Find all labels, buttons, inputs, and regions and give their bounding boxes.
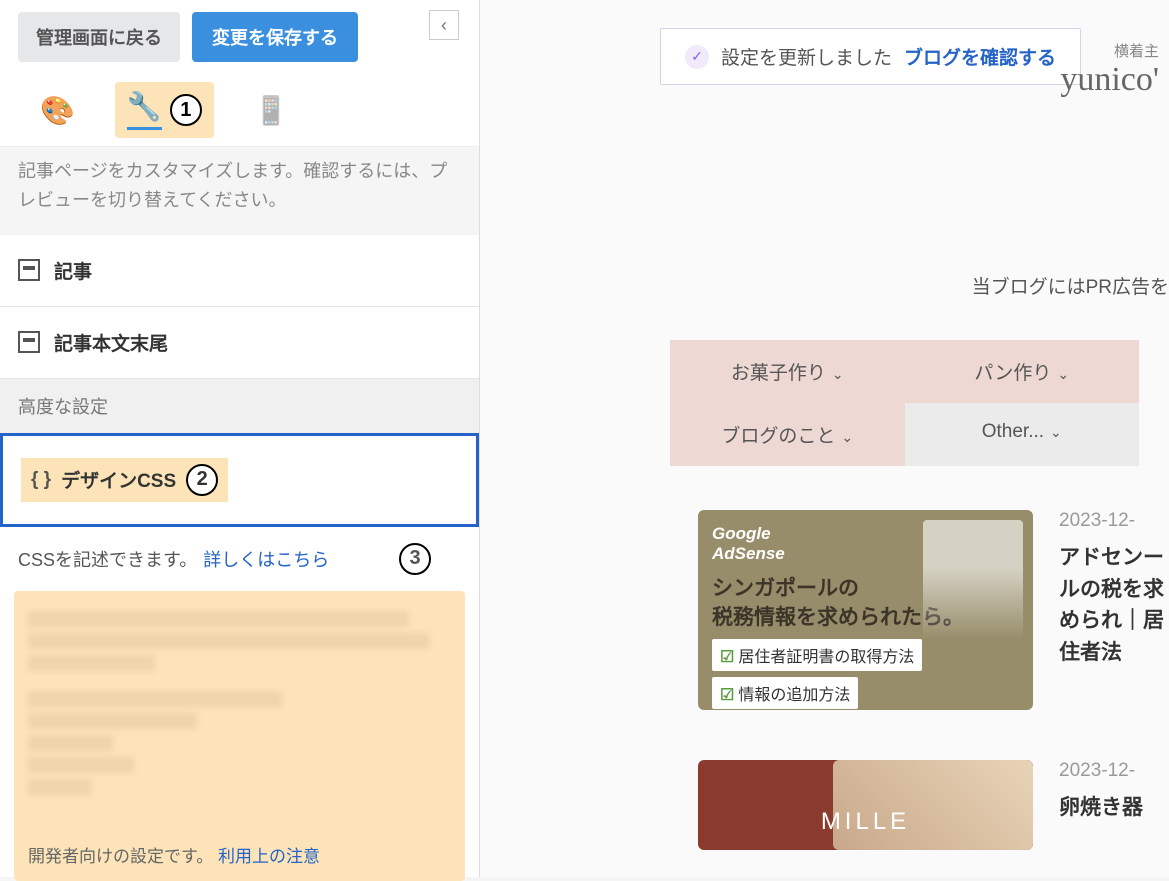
article-date: 2023-12- (1059, 510, 1169, 532)
menu-article-end-label: 記事本文末尾 (54, 329, 168, 356)
thumb-label: MILLE (821, 808, 910, 836)
collapse-sidebar-button[interactable]: ‹ (429, 10, 459, 40)
pr-notice: 当ブログにはPR広告を (972, 272, 1169, 299)
css-description: CSSを記述できます。 詳しくはこちら 3 (0, 527, 479, 583)
article-meta: 2023-12- 卵焼き器 (1059, 760, 1169, 850)
nav-item-sweets[interactable]: お菓子作り ⌄ (670, 340, 905, 403)
save-button[interactable]: 変更を保存する (192, 12, 358, 62)
css-desc-text: CSSを記述できます。 (18, 546, 197, 572)
article-end-icon (18, 331, 40, 353)
dev-note-link[interactable]: 利用上の注意 (218, 847, 320, 866)
check-text: 情報の追加方法 (738, 687, 850, 704)
css-editor-textarea[interactable]: 開発者向けの設定です。 利用上の注意 (14, 591, 465, 881)
article-meta: 2023-12- アドセンールの税を求められ｜居住者法 (1059, 510, 1169, 710)
article-date: 2023-12- (1059, 760, 1169, 782)
annotation-1: 🔧 1 (115, 82, 214, 138)
dev-note-text: 開発者向けの設定です。 (28, 847, 213, 866)
article-thumbnail[interactable]: MILLE (698, 760, 1033, 850)
device-icon[interactable]: 📱 (254, 94, 289, 127)
article-row: Google AdSense シンガポールの 税務情報を求められたら。 ☑居住者… (698, 510, 1169, 710)
chevron-left-icon: ‹ (441, 15, 447, 36)
nav-item-bread[interactable]: パン作り ⌄ (905, 340, 1140, 403)
nav-label: パン作り (974, 363, 1051, 384)
check-text: 居住者証明書の取得方法 (738, 649, 914, 666)
section-advanced: 高度な設定 (0, 379, 479, 433)
article-icon (18, 259, 40, 281)
menu-article-label: 記事 (54, 257, 92, 284)
circle-number-3: 3 (399, 543, 431, 575)
nav-label: Other... (982, 421, 1044, 442)
checkbox-icon: ☑ (720, 687, 734, 704)
article-title[interactable]: アドセンールの税を求められ｜居住者法 (1059, 542, 1169, 668)
check-icon: ✓ (685, 45, 709, 69)
braces-icon: { } (31, 469, 51, 491)
thumb-check-1: ☑居住者証明書の取得方法 (712, 639, 922, 671)
chevron-down-icon: ⌄ (832, 366, 844, 382)
blog-header: 横着主 yunico' (889, 40, 1169, 180)
menu-article[interactable]: 記事 (0, 235, 479, 307)
annotation-2: { } デザインCSS 2 (21, 458, 228, 502)
nav-item-blog[interactable]: ブログのこと ⌄ (670, 403, 905, 466)
sidebar-header: 管理画面に戻る 変更を保存する (0, 0, 479, 74)
nav-item-other[interactable]: Other... ⌄ (905, 403, 1140, 466)
article-title[interactable]: 卵焼き器 (1059, 792, 1169, 824)
css-more-link[interactable]: 詳しくはこちら (203, 546, 329, 572)
article-list: Google AdSense シンガポールの 税務情報を求められたら。 ☑居住者… (698, 510, 1169, 877)
thumb-food-image (833, 760, 1033, 850)
blog-preview: ✓ 設定を更新しました ブログを確認する 横着主 yunico' 当ブログにはP… (480, 0, 1169, 877)
blog-title: yunico' (889, 61, 1159, 99)
circle-number-2: 2 (186, 464, 218, 496)
chevron-down-icon: ⌄ (1050, 424, 1062, 440)
thumb-decoration (923, 520, 1023, 640)
nav-label: お菓子作り (731, 363, 826, 384)
checkbox-icon: ☑ (720, 649, 734, 666)
palette-icon[interactable]: 🎨 (40, 94, 75, 127)
article-thumbnail[interactable]: Google AdSense シンガポールの 税務情報を求められたら。 ☑居住者… (698, 510, 1033, 710)
menu-article-end[interactable]: 記事本文末尾 (0, 307, 479, 379)
wrench-icon[interactable]: 🔧 (127, 90, 162, 130)
blog-subtitle: 横着主 (889, 40, 1159, 61)
sidebar-description: 記事ページをカスタマイズします。確認するには、プレビューを切り替えてください。 (0, 147, 479, 235)
thumb-check-2: ☑情報の追加方法 (712, 677, 858, 709)
settings-sidebar: 管理画面に戻る 変更を保存する ‹ 🎨 🔧 1 📱 記事ページをカスタマイズしま… (0, 0, 480, 877)
menu-design-css-label: デザインCSS (61, 466, 176, 493)
nav-label: ブログのこと (721, 426, 835, 447)
chevron-down-icon: ⌄ (1057, 366, 1069, 382)
menu-design-css[interactable]: { } デザインCSS 2 (0, 433, 479, 527)
back-button[interactable]: 管理画面に戻る (18, 12, 180, 62)
dev-note: 開発者向けの設定です。 利用上の注意 (28, 843, 320, 870)
circle-number-1: 1 (170, 94, 202, 126)
article-row: MILLE 2023-12- 卵焼き器 (698, 760, 1169, 850)
notice-text: 設定を更新しました (721, 43, 892, 70)
chevron-down-icon: ⌄ (841, 429, 853, 445)
sidebar-tabs: 🎨 🔧 1 📱 (0, 74, 479, 147)
blog-nav: お菓子作り ⌄ パン作り ⌄ ブログのこと ⌄ Other... ⌄ (670, 340, 1139, 466)
